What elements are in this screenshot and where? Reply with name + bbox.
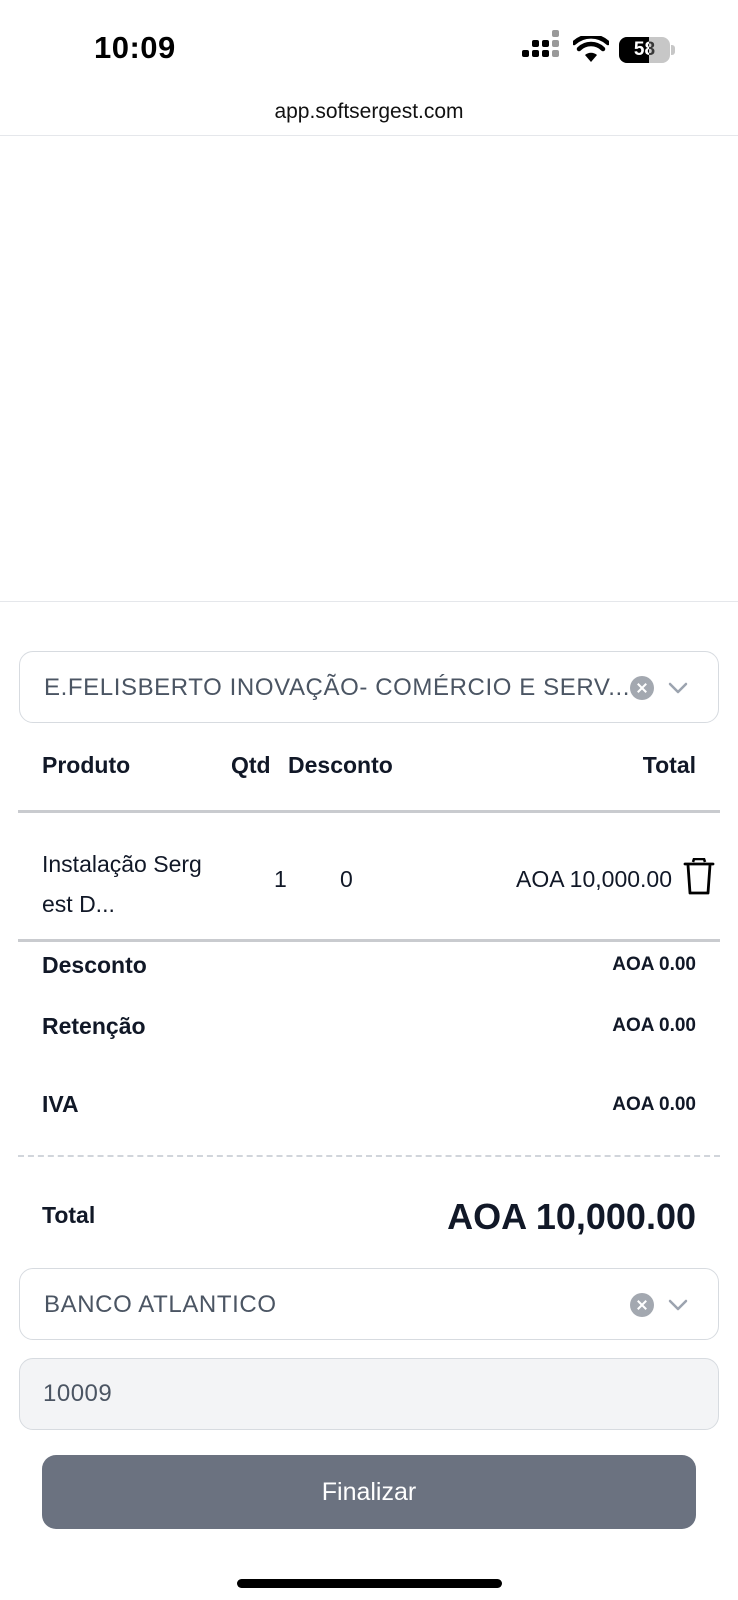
finalize-button[interactable]: Finalizar: [42, 1455, 696, 1529]
divider: [18, 939, 720, 942]
row-qty: 1: [274, 866, 287, 892]
battery-icon: 58: [619, 37, 675, 63]
divider: [18, 810, 720, 813]
clear-icon[interactable]: [630, 1293, 654, 1317]
chevron-down-icon[interactable]: [666, 1293, 690, 1317]
column-header-total: Total: [642, 752, 696, 778]
wifi-icon: [573, 36, 609, 62]
column-header-qty: Qtd: [231, 752, 271, 778]
row-product-line1: Instalação Serg: [42, 851, 202, 877]
summary-total-value: AOA 10,000.00: [447, 1196, 696, 1237]
summary-discount-label: Desconto: [42, 952, 147, 978]
client-select-value: E.FELISBERTO INOVAÇÃO- COMÉRCIO E SERV..…: [44, 674, 631, 701]
bank-select-value: BANCO ATLANTICO: [44, 1291, 277, 1318]
summary-discount-value: AOA 0.00: [612, 954, 696, 975]
address-bar[interactable]: app.softsergest.com: [0, 92, 738, 136]
dashed-divider: [18, 1155, 720, 1157]
summary-retention-label: Retenção: [42, 1013, 146, 1039]
status-time: 10:09: [94, 30, 176, 65]
reference-field[interactable]: [19, 1358, 719, 1430]
row-discount: 0: [340, 866, 353, 892]
row-total: AOA 10,000.00: [515, 866, 672, 892]
chevron-down-icon[interactable]: [666, 676, 690, 700]
summary-total-label: Total: [42, 1202, 96, 1228]
row-product-line2: est D...: [42, 891, 115, 917]
client-select[interactable]: E.FELISBERTO INOVAÇÃO- COMÉRCIO E SERV..…: [19, 651, 719, 723]
row-product: Instalação Serg est D...: [42, 844, 202, 924]
column-header-product: Produto: [42, 752, 131, 778]
summary-vat-label: IVA: [42, 1091, 79, 1117]
clear-icon[interactable]: [630, 676, 654, 700]
summary-vat-value: AOA 0.00: [612, 1094, 696, 1115]
home-indicator[interactable]: [237, 1579, 502, 1588]
battery-percentage: 58: [633, 39, 656, 60]
empty-content-area: [0, 137, 738, 602]
summary-retention-value: AOA 0.00: [612, 1015, 696, 1036]
cellular-signal-icon: [522, 30, 562, 64]
trash-icon[interactable]: [683, 858, 715, 896]
page-url: app.softsergest.com: [274, 100, 464, 123]
status-bar: 10:09 58: [0, 0, 738, 92]
reference-input[interactable]: [20, 1359, 718, 1429]
bank-select[interactable]: BANCO ATLANTICO: [19, 1268, 719, 1340]
column-header-discount: Desconto: [288, 752, 393, 778]
